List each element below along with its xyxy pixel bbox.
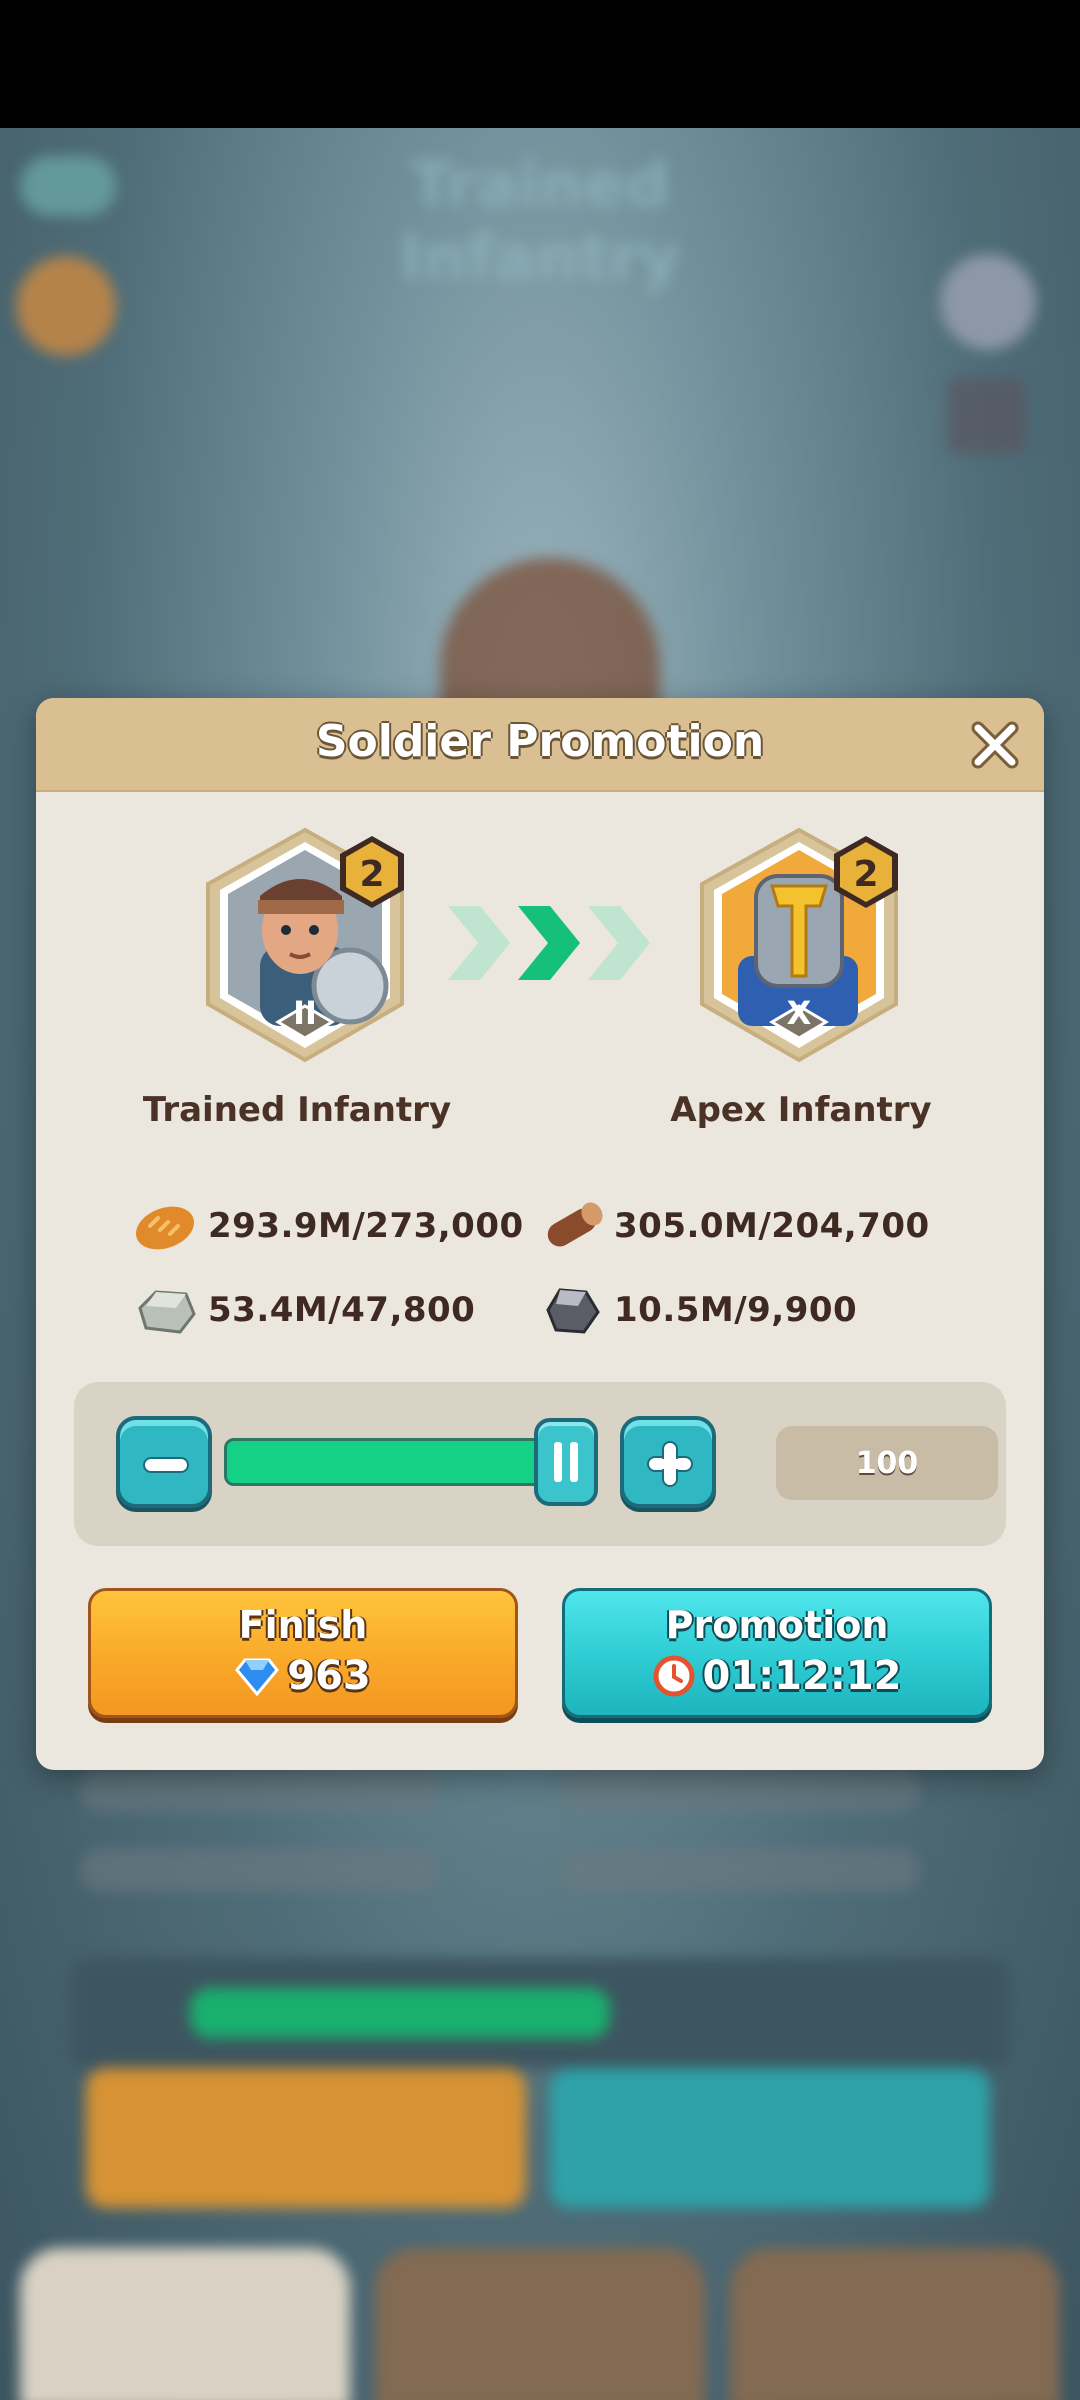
target-soldier-name: Apex Infantry <box>670 1090 932 1130</box>
level-badge-icon: 2 <box>340 836 404 908</box>
level-badge-icon: 2 <box>834 836 898 908</box>
bread-icon <box>135 1206 195 1250</box>
tier-label: X <box>786 994 812 1032</box>
avatar <box>940 254 1036 350</box>
gem-icon <box>235 1658 280 1696</box>
finish-button-label: Finish <box>238 1603 368 1647</box>
quantity-slider-track[interactable] <box>224 1438 564 1486</box>
stone-cost: 53.4M/47,800 <box>132 1280 475 1340</box>
current-soldier-card: 2 II Trained Infantry <box>143 826 452 1146</box>
promotion-button-label: Promotion <box>665 1603 889 1647</box>
background-title: Trained Infantry <box>399 148 681 294</box>
quantity-slider-thumb[interactable] <box>534 1418 598 1506</box>
decrease-button[interactable] <box>116 1416 212 1508</box>
quantity-input[interactable] <box>776 1426 998 1500</box>
promotion-arrows <box>440 898 660 988</box>
close-button[interactable] <box>968 718 1022 772</box>
chevron-right-icon <box>448 906 650 980</box>
dialog-title: Soldier Promotion <box>315 716 765 767</box>
wood-cost-value: 305.0M/204,700 <box>614 1206 930 1246</box>
trained-infantry-portrait: 2 II <box>200 826 410 1066</box>
apex-infantry-portrait: 2 X <box>694 826 904 1066</box>
increase-button[interactable] <box>620 1416 716 1508</box>
iron-cost: 10.5M/9,900 <box>538 1280 857 1340</box>
menu-icon <box>948 378 1026 454</box>
clock-icon <box>653 1655 694 1697</box>
target-soldier-card: 2 X Apex Infantry <box>646 826 946 1146</box>
promotion-button[interactable]: Promotion 01:12:12 <box>562 1588 992 1718</box>
dialog-header: Soldier Promotion <box>36 698 1044 792</box>
finish-button[interactable]: Finish 963 <box>88 1588 518 1718</box>
iron-cost-value: 10.5M/9,900 <box>614 1290 858 1330</box>
soldier-promotion-dialog: Soldier Promotion 2 II Trained Infantry … <box>36 698 1044 1770</box>
back-button <box>20 156 116 216</box>
svg-text:2: 2 <box>853 854 878 895</box>
promotion-time: 01:12:12 <box>702 1653 902 1699</box>
close-icon <box>971 721 1019 769</box>
wood-cost: 305.0M/204,700 <box>538 1196 930 1256</box>
finish-gem-cost: 963 <box>287 1653 371 1699</box>
food-cost: 293.9M/273,000 <box>132 1196 524 1256</box>
coin-icon <box>16 256 116 356</box>
stone-icon <box>138 1290 196 1334</box>
iron-ore-icon <box>546 1288 600 1334</box>
minus-icon <box>143 1457 189 1473</box>
plus-icon <box>647 1441 693 1487</box>
wood-log-icon <box>547 1202 603 1247</box>
current-soldier-name: Trained Infantry <box>142 1090 452 1130</box>
stone-cost-value: 53.4M/47,800 <box>208 1290 476 1330</box>
svg-text:2: 2 <box>359 854 384 895</box>
food-cost-value: 293.9M/273,000 <box>208 1206 524 1246</box>
tier-label: II <box>293 994 317 1032</box>
status-bar <box>0 0 1080 128</box>
quantity-panel <box>74 1382 1006 1546</box>
